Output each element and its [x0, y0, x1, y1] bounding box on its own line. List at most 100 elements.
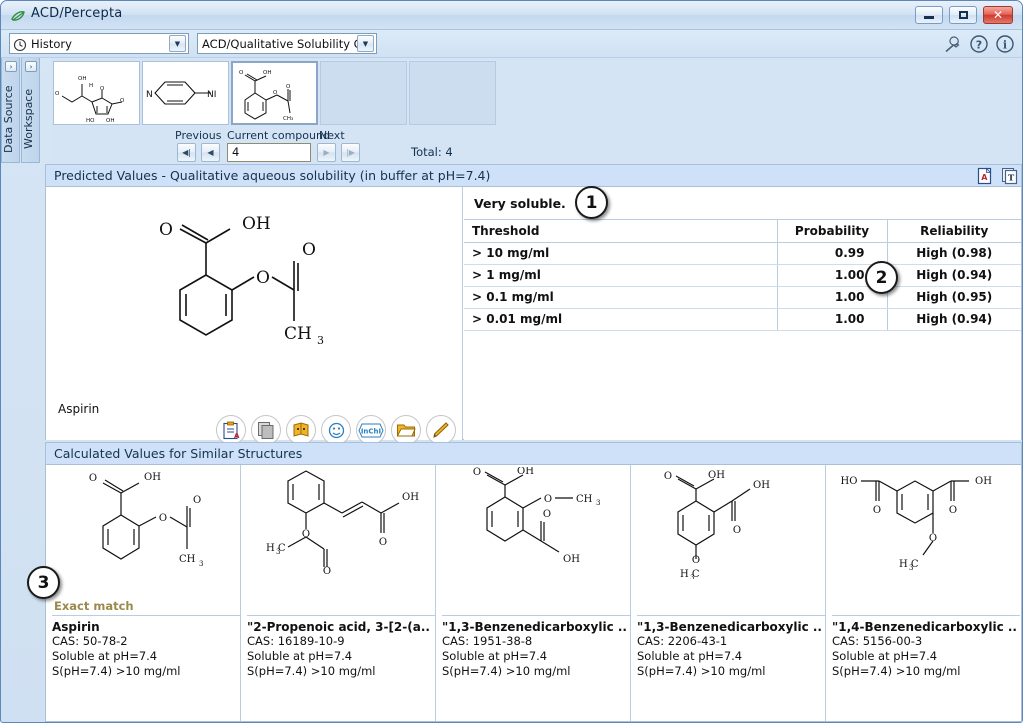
list-item[interactable]: O OH O O CH 3 Exact match Aspirin CAS: 5…: [46, 465, 241, 721]
table-row[interactable]: > 1 mg/ml 1.00 High (0.94): [464, 264, 1021, 287]
inchi-icon[interactable]: InChI: [356, 415, 386, 445]
column-header-probability: Probability: [777, 220, 888, 243]
solubility-state: Soluble at pH=7.4: [52, 649, 158, 663]
sidebar-item-label: Workspace: [22, 88, 35, 150]
previous-compound-button[interactable]: ◀: [201, 143, 220, 162]
structure-pane: O OH O O CH 3 Aspirin A InChI: [46, 187, 463, 445]
predicted-values-header: Predicted Values - Qualitative aqueous s…: [46, 165, 1021, 187]
list-item[interactable]: HO O OH O O H C 3 "1,4-Benzenedicarboxyl…: [826, 465, 1021, 721]
current-compound-label: Current compound: [227, 129, 330, 142]
table-row[interactable]: > 10 mg/ml 0.99 High (0.98): [464, 242, 1021, 265]
compound-name-label: Aspirin: [58, 402, 100, 416]
svg-text:OH: OH: [242, 214, 271, 234]
question-icon[interactable]: ?: [969, 34, 989, 54]
svg-text:O: O: [872, 505, 880, 516]
compound-info: Aspirin CAS: 50-78-2 Soluble at pH=7.4 S…: [52, 615, 240, 679]
solubility-value: S(pH=7.4) >10 mg/ml: [247, 664, 376, 678]
sidebar-item-workspace[interactable]: › Workspace: [21, 58, 40, 163]
cas-number: CAS: 5156-00-3: [832, 634, 923, 648]
similar-structures-header: Calculated Values for Similar Structures: [46, 443, 1021, 465]
callout-badge-1: 1: [575, 186, 608, 219]
next-compound-button[interactable]: ▶: [317, 143, 336, 162]
history-dropdown[interactable]: History ▼: [9, 33, 189, 54]
info-icon[interactable]: i: [995, 34, 1015, 54]
list-item[interactable]: O OH O CH O OH 3 "1,3-Benzenedicarboxyli…: [436, 465, 631, 721]
dictionary-icon[interactable]: [286, 415, 316, 445]
svg-text:OH: OH: [753, 480, 770, 491]
copy-structure-icon[interactable]: [251, 415, 281, 445]
svg-text:OH: OH: [563, 554, 580, 565]
svg-text:CH: CH: [284, 324, 312, 344]
svg-text:O: O: [948, 505, 956, 516]
cell-threshold: > 1 mg/ml: [464, 264, 778, 287]
methoxy-isophthalic-acid-structure: O OH O CH O OH 3: [436, 465, 630, 581]
cas-number: CAS: 16189-10-9: [247, 634, 345, 648]
table-row[interactable]: > 0.01 mg/ml 1.00 High (0.94): [464, 308, 1021, 331]
solubility-state: Soluble at pH=7.4: [442, 649, 548, 663]
expand-icon[interactable]: ›: [5, 61, 17, 72]
svg-text:O: O: [193, 495, 201, 506]
maximize-button[interactable]: [949, 6, 977, 24]
svg-text:HO: HO: [86, 118, 95, 124]
svg-text:3: 3: [276, 548, 280, 556]
cas-number: CAS: 2206-43-1: [637, 634, 728, 648]
first-compound-button[interactable]: ◀|: [177, 143, 196, 162]
svg-text:OH: OH: [144, 472, 161, 483]
leaf-icon: [10, 8, 26, 24]
svg-text:CH: CH: [179, 554, 196, 565]
close-icon: ✕: [992, 8, 1004, 22]
cas-number: CAS: 1951-38-8: [442, 634, 533, 648]
svg-text:OH: OH: [402, 492, 419, 503]
thumbnail-ascorbic-acid[interactable]: OH H O O O HO OH: [53, 61, 140, 125]
wrench-icon[interactable]: [941, 34, 961, 54]
solubility-state: Soluble at pH=7.4: [247, 649, 353, 663]
table-row[interactable]: > 0.1 mg/ml 1.00 High (0.95): [464, 286, 1021, 309]
svg-text:i: i: [1003, 39, 1007, 52]
module-dropdown[interactable]: ACD/Qualitative Solubility GA... ▼: [197, 33, 377, 54]
cell-threshold: > 0.01 mg/ml: [464, 308, 778, 331]
text-report-icon[interactable]: T: [1001, 167, 1019, 185]
svg-text:3: 3: [199, 560, 203, 568]
solubility-results-table: Threshold Probability Reliability > 10 m…: [464, 220, 1021, 331]
svg-text:O: O: [100, 86, 105, 92]
similar-structures-panel: Calculated Values for Similar Structures: [45, 442, 1022, 722]
aspirin-structure: O OH O O CH 3: [46, 465, 240, 581]
sidebar-item-data-source[interactable]: › Data Source: [1, 58, 20, 163]
list-item[interactable]: O OH OH O O H C 3 "1,3-Benzenedicarboxyl…: [631, 465, 826, 721]
pdf-export-icon[interactable]: A: [976, 167, 994, 185]
svg-text:T: T: [1008, 174, 1015, 184]
svg-text:O: O: [322, 566, 330, 577]
open-file-icon[interactable]: [391, 415, 421, 445]
last-compound-button[interactable]: |▶: [341, 143, 360, 162]
chevron-down-icon[interactable]: ▼: [357, 35, 374, 52]
close-button[interactable]: ✕: [983, 6, 1013, 24]
compound-name: "1,4-Benzenedicarboxylic ..: [832, 620, 1017, 634]
compound-info: "2-Propenoic acid, 3-[2-(a.. CAS: 16189-…: [247, 615, 435, 679]
list-item[interactable]: OH O O O H C 3 "2-Propenoic acid, 3-[2-(…: [241, 465, 436, 721]
cell-probability: 0.99: [777, 242, 888, 265]
o-acetoxycinnamic-acid-structure: OH O O O H C 3: [241, 465, 435, 581]
compound-navigation: Previous Current compound Next ◀| ◀ 4 ▶ …: [51, 129, 1022, 165]
svg-text:A: A: [981, 173, 988, 182]
edit-structure-icon[interactable]: [426, 415, 456, 445]
cell-threshold: > 10 mg/ml: [464, 242, 778, 265]
solubility-value: S(pH=7.4) >10 mg/ml: [832, 664, 961, 678]
minimize-button[interactable]: [915, 6, 943, 24]
compound-info: "1,4-Benzenedicarboxylic .. CAS: 5156-00…: [832, 615, 1020, 679]
smiles-icon[interactable]: [321, 415, 351, 445]
svg-text:O: O: [691, 555, 699, 566]
svg-text:NI: NI: [207, 90, 216, 100]
chevron-down-icon[interactable]: ▼: [169, 35, 186, 52]
svg-text:O: O: [88, 473, 96, 484]
callout-badge-3: 3: [27, 566, 60, 599]
thumbnail-empty-2[interactable]: [409, 61, 496, 125]
thumbnail-aminopyridine[interactable]: N NI: [142, 61, 229, 125]
current-compound-input[interactable]: 4: [227, 143, 311, 162]
expand-icon[interactable]: ›: [25, 61, 37, 72]
thumbnail-aspirin[interactable]: O OH O O CH₃: [231, 61, 318, 125]
thumbnail-empty-1[interactable]: [320, 61, 407, 125]
total-count-label: Total: 4: [411, 145, 453, 159]
paste-structure-icon[interactable]: A: [216, 415, 246, 445]
callout-badge-2: 2: [865, 261, 898, 294]
cell-probability: 1.00: [777, 308, 888, 331]
